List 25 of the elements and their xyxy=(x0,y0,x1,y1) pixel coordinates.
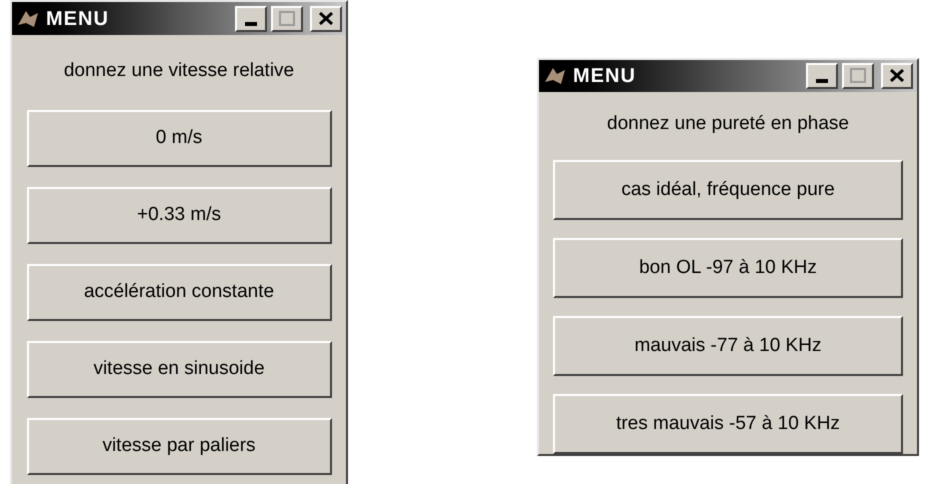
close-button[interactable] xyxy=(310,6,342,32)
prompt-label: donnez une pureté en phase xyxy=(607,112,849,136)
menu-option-button[interactable]: accélération constante xyxy=(26,264,332,320)
close-icon xyxy=(890,69,904,82)
maximize-icon xyxy=(279,11,295,26)
prompt-label: donnez une vitesse relative xyxy=(64,59,294,83)
menu-option-button[interactable]: vitesse en sinusoide xyxy=(26,340,332,398)
minimize-icon xyxy=(245,22,257,26)
menu-option-button[interactable]: vitesse par paliers xyxy=(26,418,332,474)
menu-option-button[interactable]: 0 m/s xyxy=(26,110,332,166)
maximize-button[interactable] xyxy=(842,62,874,89)
maximize-icon xyxy=(850,68,866,84)
window-title: MENU xyxy=(46,6,109,32)
close-button[interactable] xyxy=(881,62,913,89)
menu-option-button[interactable]: cas idéal, fréquence pure xyxy=(553,160,903,220)
menu-option-button[interactable]: tres mauvais -57 à 10 KHz xyxy=(553,394,903,454)
minimize-button[interactable] xyxy=(806,62,838,89)
minimize-button[interactable] xyxy=(235,6,267,32)
window-title: MENU xyxy=(573,64,636,89)
maximize-button[interactable] xyxy=(271,6,303,32)
menu-option-button[interactable]: bon OL -97 à 10 KHz xyxy=(553,238,903,298)
close-icon xyxy=(319,12,333,25)
menu-option-button[interactable]: mauvais -77 à 10 KHz xyxy=(553,316,903,376)
menu-option-button[interactable]: +0.33 m/s xyxy=(26,186,332,244)
minimize-icon xyxy=(816,78,828,83)
